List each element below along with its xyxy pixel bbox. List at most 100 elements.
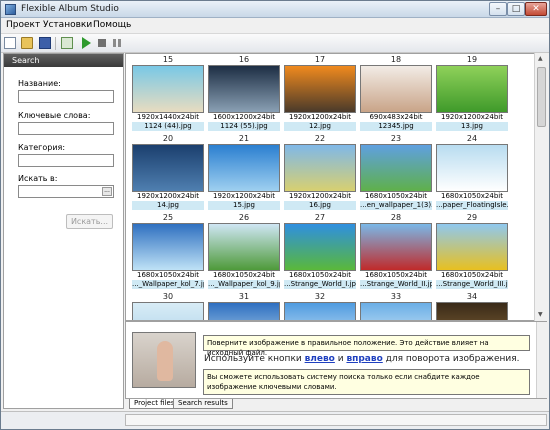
title-bar: Flexible Album Studio – □ ✕ [1, 1, 549, 18]
thumbnail-number: 26 [238, 213, 250, 222]
thumbnail-image[interactable] [208, 144, 280, 192]
rotate-right-link[interactable]: вправо [346, 354, 382, 364]
menu-help[interactable]: Помощь [93, 20, 131, 30]
rotate-left-link[interactable]: влево [305, 354, 335, 364]
thumbnail-item[interactable]: 16 1600x1200x24bit 1124 (55).jpg [206, 55, 282, 135]
save-icon[interactable] [39, 37, 51, 49]
refresh-icon[interactable] [61, 37, 73, 49]
tab-project-files[interactable]: Project files [129, 399, 180, 409]
thumbnail-item[interactable]: 20 1920x1200x24bit 14.jpg [130, 134, 206, 214]
close-button[interactable]: ✕ [525, 2, 547, 16]
thumbnail-image[interactable] [284, 144, 356, 192]
category-input[interactable] [18, 154, 114, 167]
thumbnail-number: 31 [238, 292, 250, 301]
thumbnail-item[interactable]: 30 [130, 292, 206, 320]
thumbnail-item[interactable]: 19 1920x1200x24bit 13.jpg [434, 55, 510, 135]
thumbnail-item[interactable]: 23 1680x1050x24bit...en_wallpaper_1(3).jp… [358, 134, 434, 214]
menu-settings[interactable]: Установки [43, 20, 92, 30]
thumbnail-item[interactable]: 21 1920x1200x24bit 15.jpg [206, 134, 282, 214]
thumbnail-image[interactable] [436, 144, 508, 192]
search-button[interactable]: Искать... [66, 214, 113, 229]
scroll-thumb[interactable] [537, 67, 546, 127]
window-title: Flexible Album Studio [21, 4, 119, 14]
category-label: Категория: [18, 143, 66, 152]
thumbnail-number: 18 [390, 55, 402, 64]
search-in-field[interactable]: ... [18, 185, 114, 198]
thumbnail-number: 23 [390, 134, 402, 143]
thumbnail-dimensions: 1920x1200x24bit [441, 113, 503, 121]
new-file-icon[interactable] [4, 37, 16, 49]
tab-search-results[interactable]: Search results [173, 399, 233, 409]
thumbnail-image[interactable] [284, 302, 356, 320]
thumbnail-image[interactable] [436, 223, 508, 271]
browse-button[interactable]: ... [102, 187, 112, 196]
thumbnail-image[interactable] [132, 302, 204, 320]
thumbnail-dimensions: 1680x1050x24bit [441, 271, 503, 279]
thumbnail-number: 27 [314, 213, 326, 222]
thumbnail-number: 32 [314, 292, 326, 301]
toolbar [1, 34, 549, 53]
maximize-button[interactable]: □ [507, 2, 525, 16]
thumbnail-item[interactable]: 34 [434, 292, 510, 320]
scroll-down-icon[interactable]: ▼ [538, 311, 543, 318]
thumbnail-dimensions: 1680x1050x24bit [289, 271, 351, 279]
thumbnail-number: 25 [162, 213, 174, 222]
minimize-button[interactable]: – [489, 2, 507, 16]
thumbnail-dimensions: 1920x1200x24bit [137, 192, 199, 200]
pause-icon[interactable] [113, 39, 121, 47]
thumbnail-item[interactable]: 26 1680x1050x24bit ..._Wallpaper_kol_9.jpg [206, 213, 282, 293]
thumbnail-image[interactable] [436, 302, 508, 320]
main-window: Flexible Album Studio – □ ✕ Проект Устан… [0, 0, 550, 430]
thumbnail-filename: 1124 (55).jpg [208, 122, 280, 131]
thumbnail-item[interactable]: 17 1920x1200x24bit 12.jpg [282, 55, 358, 135]
thumbnail-dimensions: 1600x1200x24bit [213, 113, 275, 121]
title-input[interactable] [18, 90, 114, 103]
thumbnail-item[interactable]: 32 [282, 292, 358, 320]
thumbnail-item[interactable]: 18 690x483x24bit 12345.jpg [358, 55, 434, 135]
thumbnail-item[interactable]: 24 1680x1050x24bit...paper_FloatingIsle.j… [434, 134, 510, 214]
thumbnail-image[interactable] [360, 144, 432, 192]
thumbnail-image[interactable] [208, 302, 280, 320]
play-icon[interactable] [82, 37, 91, 49]
thumbnail-image[interactable] [436, 65, 508, 113]
thumbnail-filename: 1124 (44).jpg [132, 122, 204, 131]
thumbnail-item[interactable]: 28 1680x1050x24bit ...Strange_World_II.jpg [358, 213, 434, 293]
keywords-input[interactable] [18, 122, 114, 135]
thumbnail-item[interactable]: 27 1680x1050x24bit ...Strange_World_I.jpg [282, 213, 358, 293]
thumbnail-image[interactable] [132, 144, 204, 192]
thumbnail-gallery: 15 1920x1440x24bit 1124 (44).jpg 16 1600x120… [125, 53, 545, 321]
thumbnail-image[interactable] [132, 223, 204, 271]
thumbnail-dimensions: 1680x1050x24bit [441, 192, 503, 200]
thumbnail-item[interactable]: 33 [358, 292, 434, 320]
toolbar-separator [55, 37, 56, 50]
thumbnail-item[interactable]: 25 1680x1050x24bit ..._Wallpaper_kol_7.jpg [130, 213, 206, 293]
info-scrollbar[interactable] [536, 322, 547, 398]
thumbnail-number: 24 [466, 134, 478, 143]
thumbnail-dimensions: 1680x1050x24bit [137, 271, 199, 279]
thumbnail-image[interactable] [360, 302, 432, 320]
thumbnail-image[interactable] [132, 65, 204, 113]
thumbnail-image[interactable] [284, 65, 356, 113]
thumbnail-item[interactable]: 31 [206, 292, 282, 320]
thumbnail-dimensions: 1680x1050x24bit [365, 192, 427, 200]
title-label: Название: [18, 79, 61, 88]
open-folder-icon[interactable] [21, 37, 33, 49]
thumbnail-item[interactable]: 22 1920x1200x24bit 16.jpg [282, 134, 358, 214]
panel-tabs: Project files Search results [125, 399, 325, 410]
thumbnail-item[interactable]: 15 1920x1440x24bit 1124 (44).jpg [130, 55, 206, 135]
thumbnail-image[interactable] [360, 223, 432, 271]
rotate-hint: Используйте кнопки влево и вправо для по… [204, 354, 520, 364]
thumbnail-image[interactable] [284, 223, 356, 271]
thumbnail-filename: ...paper_FloatingIsle.jpg [436, 201, 508, 210]
menu-project[interactable]: Проект [6, 20, 40, 30]
thumbnail-image[interactable] [360, 65, 432, 113]
thumbnail-image[interactable] [208, 223, 280, 271]
thumbnail-item[interactable]: 29 1680x1050x24bit...Strange_World_III.jp… [434, 213, 510, 293]
thumbnail-number: 21 [238, 134, 250, 143]
thumbnail-dimensions: 1680x1050x24bit [213, 271, 275, 279]
thumbnail-filename: 13.jpg [436, 122, 508, 131]
thumbnail-image[interactable] [208, 65, 280, 113]
stop-icon[interactable] [98, 39, 106, 47]
gallery-scrollbar[interactable]: ▲ ▼ [534, 53, 547, 321]
scroll-up-icon[interactable]: ▲ [538, 55, 543, 62]
